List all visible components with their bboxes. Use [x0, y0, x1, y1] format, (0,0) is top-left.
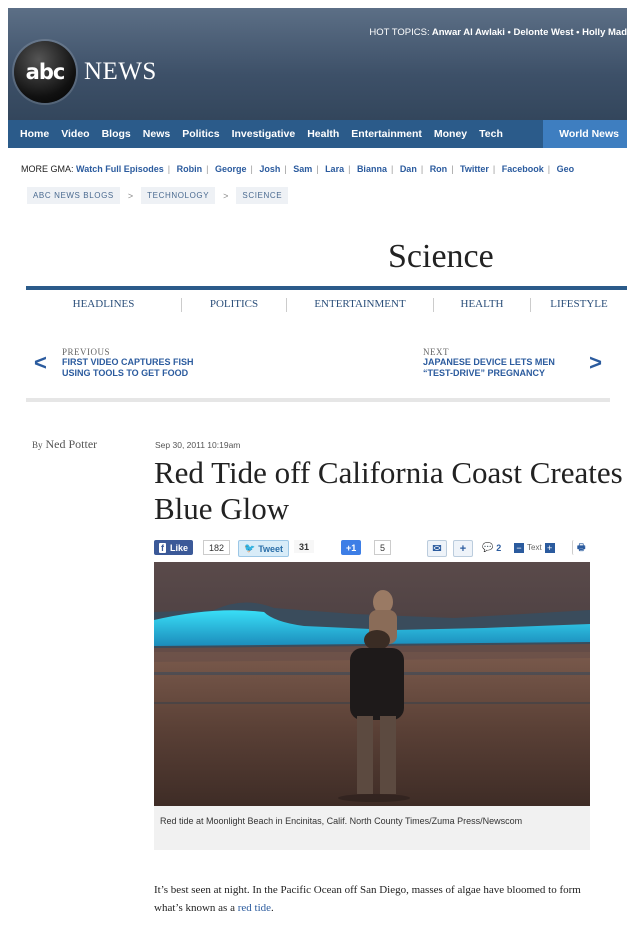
- nav-item-politics[interactable]: Politics: [182, 128, 219, 140]
- breadcrumb-technology[interactable]: TECHNOLOGY: [141, 187, 216, 204]
- main-nav: Home Video Blogs News Politics Investiga…: [8, 120, 627, 148]
- subnav-lifestyle[interactable]: LIFESTYLE: [531, 298, 627, 312]
- next-title[interactable]: JAPANESE DEVICE LETS MEN “TEST-DRIVE” PR…: [423, 357, 583, 379]
- like-count: 182: [203, 540, 231, 555]
- byline: By Ned Potter: [32, 437, 97, 452]
- gma-link-george[interactable]: George: [215, 164, 247, 174]
- next-kicker: NEXT: [423, 347, 449, 357]
- like-label: Like: [170, 542, 189, 553]
- tweet-label: Tweet: [258, 543, 284, 554]
- section-subnav: HEADLINES POLITICS ENTERTAINMENT HEALTH …: [26, 298, 627, 312]
- article-photo[interactable]: [154, 562, 590, 806]
- gma-link-ron[interactable]: Ron: [430, 164, 448, 174]
- tweet-button[interactable]: 🐦 Tweet: [238, 540, 290, 557]
- breadcrumb-separator-icon: >: [223, 190, 229, 201]
- twitter-bird-icon: 🐦: [244, 543, 256, 553]
- next-story-link[interactable]: NEXT JAPANESE DEVICE LETS MEN “TEST-DRIV…: [423, 347, 583, 379]
- red-tide-link[interactable]: red tide: [238, 902, 271, 914]
- photo-caption: Red tide at Moonlight Beach in Encinitas…: [154, 806, 590, 850]
- gma-link-sam[interactable]: Sam: [293, 164, 312, 174]
- prev-next-bar: < PREVIOUS FIRST VIDEO CAPTURES FISH USI…: [26, 336, 610, 402]
- previous-kicker: PREVIOUS: [62, 347, 111, 357]
- gma-link-full-episodes[interactable]: Watch Full Episodes: [76, 164, 164, 174]
- text-smaller-icon[interactable]: −: [514, 542, 524, 553]
- nav-item-investigative[interactable]: Investigative: [232, 128, 296, 140]
- hot-topics-label: HOT TOPICS:: [369, 27, 430, 38]
- text-size-label: Text: [527, 543, 542, 552]
- nav-item-blogs[interactable]: Blogs: [102, 128, 131, 140]
- nav-item-news[interactable]: News: [143, 128, 170, 140]
- more-gma-label: MORE GMA:: [21, 164, 74, 174]
- subnav-entertainment[interactable]: ENTERTAINMENT: [287, 298, 433, 312]
- more-gma-bar: MORE GMA: Watch Full Episodes | Robin | Ge…: [21, 164, 575, 174]
- gma-link-lara[interactable]: Lara: [325, 164, 344, 174]
- red-tide-photo: [154, 562, 590, 806]
- byline-prefix: By: [32, 440, 43, 450]
- hot-topics-links[interactable]: Anwar Al Awlaki • Delonte West • Holly M…: [432, 27, 627, 38]
- tweet-count: 31: [294, 540, 315, 553]
- subnav-headlines[interactable]: HEADLINES: [26, 298, 181, 312]
- subnav-politics[interactable]: POLITICS: [182, 298, 286, 312]
- logo-abc-text: abc: [25, 60, 66, 84]
- chevron-right-icon[interactable]: >: [589, 350, 602, 376]
- nav-item-video[interactable]: Video: [61, 128, 89, 140]
- gma-link-facebook[interactable]: Facebook: [502, 164, 544, 174]
- facebook-like-button[interactable]: f Like: [154, 540, 194, 555]
- print-icon[interactable]: 🖶: [572, 540, 586, 555]
- section-rule: [26, 286, 627, 290]
- nav-item-world-news[interactable]: World News: [543, 120, 627, 148]
- nav-item-entertainment[interactable]: Entertainment: [351, 128, 422, 140]
- nav-item-tech[interactable]: Tech: [479, 128, 503, 140]
- gma-link-robin[interactable]: Robin: [177, 164, 203, 174]
- plusone-count: 5: [374, 540, 392, 555]
- abc-logo-icon: abc: [14, 41, 76, 103]
- breadcrumb-abc-news-blogs[interactable]: ABC NEWS BLOGS: [27, 187, 120, 204]
- body-text-end: .: [271, 902, 274, 914]
- comments-button[interactable]: 💬 2: [480, 540, 503, 555]
- breadcrumb: ABC NEWS BLOGS > TECHNOLOGY > SCIENCE: [27, 187, 289, 204]
- abc-news-logo[interactable]: abc NEWS: [14, 41, 157, 103]
- gma-link-twitter[interactable]: Twitter: [460, 164, 489, 174]
- share-bar: f Like 182 🐦 Tweet 31 +1 5 ✉ + 💬 2 − Tex…: [154, 539, 590, 557]
- hot-topics: HOT TOPICS: Anwar Al Awlaki • Delonte We…: [369, 27, 627, 38]
- gma-link-josh[interactable]: Josh: [259, 164, 280, 174]
- breadcrumb-science[interactable]: SCIENCE: [236, 187, 289, 204]
- subnav-health[interactable]: HEALTH: [434, 298, 530, 312]
- plus-icon[interactable]: +: [453, 540, 473, 557]
- gma-link-bianna[interactable]: Bianna: [357, 164, 387, 174]
- section-title: Science: [388, 238, 494, 275]
- facebook-icon: f: [159, 542, 166, 553]
- comments-count: 2: [496, 542, 502, 553]
- breadcrumb-separator-icon: >: [127, 190, 134, 201]
- article-date: Sep 30, 2011 10:19am: [155, 440, 241, 450]
- previous-story-link[interactable]: PREVIOUS FIRST VIDEO CAPTURES FISH USING…: [62, 347, 222, 379]
- article-headline: Red Tide off California Coast Creates Bl…: [154, 455, 623, 526]
- text-size-control: − Text +: [514, 540, 555, 555]
- author-name[interactable]: Ned Potter: [46, 437, 98, 451]
- google-plusone-button[interactable]: +1: [341, 540, 362, 555]
- nav-item-health[interactable]: Health: [307, 128, 339, 140]
- masthead: HOT TOPICS: Anwar Al Awlaki • Delonte We…: [8, 8, 627, 120]
- article-body-paragraph: It’s best seen at night. In the Pacific …: [154, 881, 604, 917]
- chevron-left-icon[interactable]: <: [34, 350, 47, 376]
- nav-item-home[interactable]: Home: [20, 128, 49, 140]
- email-icon[interactable]: ✉: [427, 540, 447, 557]
- body-text-start: It’s best seen at night. In the Pacific …: [154, 884, 581, 914]
- gma-link-geo[interactable]: Geo: [557, 164, 575, 174]
- comment-bubble-icon: 💬: [482, 542, 494, 552]
- text-larger-icon[interactable]: +: [544, 542, 555, 553]
- logo-news-text: NEWS: [84, 58, 157, 85]
- nav-item-money[interactable]: Money: [434, 128, 467, 140]
- gma-link-dan[interactable]: Dan: [400, 164, 417, 174]
- previous-title[interactable]: FIRST VIDEO CAPTURES FISH USING TOOLS TO…: [62, 357, 222, 379]
